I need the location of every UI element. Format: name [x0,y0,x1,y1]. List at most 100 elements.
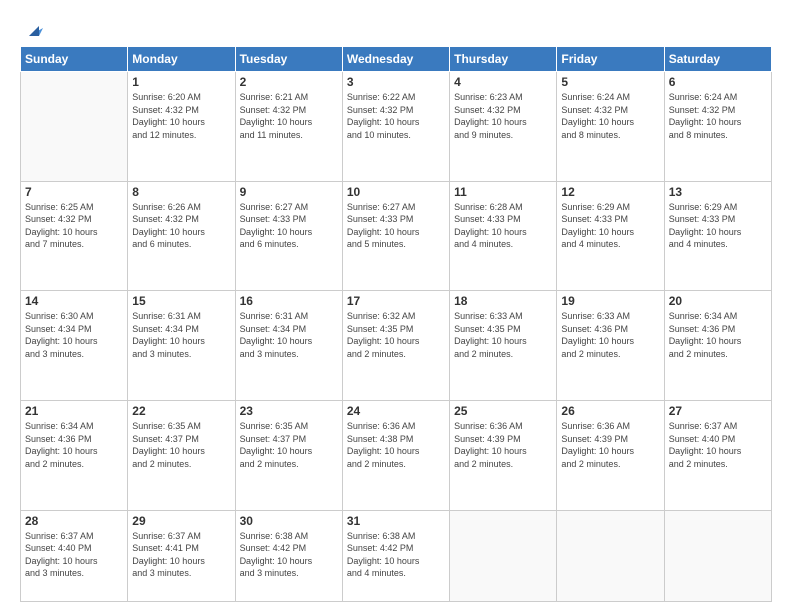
calendar-table: SundayMondayTuesdayWednesdayThursdayFrid… [20,46,772,602]
weekday-header: Sunday [21,47,128,72]
calendar-cell: 13 Sunrise: 6:29 AM Sunset: 4:33 PM Dayli… [664,181,771,291]
day-info: Sunrise: 6:24 AM Sunset: 4:32 PM Dayligh… [669,91,767,141]
day-number: 29 [132,514,230,528]
calendar-cell: 18Sunrise: 6:33 AM Sunset: 4:35 PM Dayli… [450,291,557,401]
day-number: 16 [240,294,338,308]
page: SundayMondayTuesdayWednesdayThursdayFrid… [0,0,792,612]
calendar-cell: 22Sunrise: 6:35 AM Sunset: 4:37 PM Dayli… [128,400,235,510]
day-number: 31 [347,514,445,528]
day-info: Sunrise: 6:28 AM Sunset: 4:33 PM Dayligh… [454,201,552,251]
day-info: Sunrise: 6:34 AM Sunset: 4:36 PM Dayligh… [669,310,767,360]
weekday-header: Thursday [450,47,557,72]
day-number: 2 [240,75,338,89]
calendar-cell: 15 Sunrise: 6:31 AM Sunset: 4:34 PM Dayli… [128,291,235,401]
calendar-cell: 6Sunrise: 6:24 AM Sunset: 4:32 PM Daylig… [664,72,771,182]
day-number: 4 [454,75,552,89]
day-number: 7 [25,185,123,199]
day-number: 24 [347,404,445,418]
calendar-cell: 19Sunrise: 6:33 AM Sunset: 4:36 PM Dayli… [557,291,664,401]
day-info: Sunrise: 6:38 AM Sunset: 4:42 PM Dayligh… [240,530,338,580]
day-number: 3 [347,75,445,89]
day-info: Sunrise: 6:31 AM Sunset: 4:34 PM Dayligh… [132,310,230,360]
day-number: 9 [240,185,338,199]
day-info: Sunrise: 6:36 AM Sunset: 4:39 PM Dayligh… [561,420,659,470]
day-info: Sunrise: 6:22 AM Sunset: 4:32 PM Dayligh… [347,91,445,141]
calendar-cell: 21 Sunrise: 6:34 AM Sunset: 4:36 PM Dayli… [21,400,128,510]
weekday-header: Wednesday [342,47,449,72]
day-info: Sunrise: 6:36 AM Sunset: 4:38 PM Dayligh… [347,420,445,470]
day-number: 5 [561,75,659,89]
day-number: 17 [347,294,445,308]
calendar-cell: 17 Sunrise: 6:32 AM Sunset: 4:35 PM Dayli… [342,291,449,401]
calendar-cell [557,510,664,601]
day-number: 13 [669,185,767,199]
day-number: 30 [240,514,338,528]
day-info: Sunrise: 6:32 AM Sunset: 4:35 PM Dayligh… [347,310,445,360]
weekday-header: Saturday [664,47,771,72]
day-info: Sunrise: 6:37 AM Sunset: 4:41 PM Dayligh… [132,530,230,580]
calendar-cell: 24 Sunrise: 6:36 AM Sunset: 4:38 PM Dayli… [342,400,449,510]
calendar-cell: 25 Sunrise: 6:36 AM Sunset: 4:39 PM Dayli… [450,400,557,510]
day-info: Sunrise: 6:33 AM Sunset: 4:36 PM Dayligh… [561,310,659,360]
weekday-header: Friday [557,47,664,72]
calendar-cell: 12 Sunrise: 6:29 AM Sunset: 4:33 PM Dayli… [557,181,664,291]
calendar-cell: 28Sunrise: 6:37 AM Sunset: 4:40 PM Dayli… [21,510,128,601]
day-info: Sunrise: 6:38 AM Sunset: 4:42 PM Dayligh… [347,530,445,580]
weekday-header: Monday [128,47,235,72]
day-info: Sunrise: 6:26 AM Sunset: 4:32 PM Dayligh… [132,201,230,251]
day-info: Sunrise: 6:36 AM Sunset: 4:39 PM Dayligh… [454,420,552,470]
day-number: 15 [132,294,230,308]
day-info: Sunrise: 6:21 AM Sunset: 4:32 PM Dayligh… [240,91,338,141]
calendar-cell: 8 Sunrise: 6:26 AM Sunset: 4:32 PM Daylig… [128,181,235,291]
day-number: 10 [347,185,445,199]
calendar-cell: 16 Sunrise: 6:31 AM Sunset: 4:34 PM Dayli… [235,291,342,401]
day-info: Sunrise: 6:35 AM Sunset: 4:37 PM Dayligh… [240,420,338,470]
day-number: 14 [25,294,123,308]
header [20,18,772,40]
day-number: 8 [132,185,230,199]
day-info: Sunrise: 6:30 AM Sunset: 4:34 PM Dayligh… [25,310,123,360]
day-number: 20 [669,294,767,308]
day-info: Sunrise: 6:23 AM Sunset: 4:32 PM Dayligh… [454,91,552,141]
calendar-week-row: 21 Sunrise: 6:34 AM Sunset: 4:36 PM Dayli… [21,400,772,510]
day-number: 1 [132,75,230,89]
calendar-cell: 10 Sunrise: 6:27 AM Sunset: 4:33 PM Dayli… [342,181,449,291]
day-number: 26 [561,404,659,418]
calendar-cell: 11 Sunrise: 6:28 AM Sunset: 4:33 PM Dayli… [450,181,557,291]
logo-icon [25,18,47,40]
calendar-cell: 26 Sunrise: 6:36 AM Sunset: 4:39 PM Dayli… [557,400,664,510]
calendar-cell: 31 Sunrise: 6:38 AM Sunset: 4:42 PM Dayli… [342,510,449,601]
day-info: Sunrise: 6:37 AM Sunset: 4:40 PM Dayligh… [669,420,767,470]
day-number: 11 [454,185,552,199]
calendar-week-row: 28Sunrise: 6:37 AM Sunset: 4:40 PM Dayli… [21,510,772,601]
day-info: Sunrise: 6:37 AM Sunset: 4:40 PM Dayligh… [25,530,123,580]
calendar-cell: 20 Sunrise: 6:34 AM Sunset: 4:36 PM Dayli… [664,291,771,401]
day-info: Sunrise: 6:29 AM Sunset: 4:33 PM Dayligh… [669,201,767,251]
day-info: Sunrise: 6:35 AM Sunset: 4:37 PM Dayligh… [132,420,230,470]
day-info: Sunrise: 6:34 AM Sunset: 4:36 PM Dayligh… [25,420,123,470]
day-info: Sunrise: 6:24 AM Sunset: 4:32 PM Dayligh… [561,91,659,141]
calendar-cell [664,510,771,601]
calendar-cell: 23 Sunrise: 6:35 AM Sunset: 4:37 PM Dayli… [235,400,342,510]
calendar-cell: 3 Sunrise: 6:22 AM Sunset: 4:32 PM Daylig… [342,72,449,182]
day-info: Sunrise: 6:29 AM Sunset: 4:33 PM Dayligh… [561,201,659,251]
day-info: Sunrise: 6:31 AM Sunset: 4:34 PM Dayligh… [240,310,338,360]
day-number: 21 [25,404,123,418]
day-number: 23 [240,404,338,418]
calendar-cell: 29 Sunrise: 6:37 AM Sunset: 4:41 PM Dayli… [128,510,235,601]
day-info: Sunrise: 6:20 AM Sunset: 4:32 PM Dayligh… [132,91,230,141]
calendar-cell: 9Sunrise: 6:27 AM Sunset: 4:33 PM Daylig… [235,181,342,291]
calendar-cell [21,72,128,182]
calendar-cell: 2 Sunrise: 6:21 AM Sunset: 4:32 PM Daylig… [235,72,342,182]
calendar-cell: 1 Sunrise: 6:20 AM Sunset: 4:32 PM Daylig… [128,72,235,182]
day-number: 25 [454,404,552,418]
day-number: 12 [561,185,659,199]
calendar-week-row: 1 Sunrise: 6:20 AM Sunset: 4:32 PM Daylig… [21,72,772,182]
calendar-cell: 30 Sunrise: 6:38 AM Sunset: 4:42 PM Dayli… [235,510,342,601]
day-number: 18 [454,294,552,308]
calendar-cell: 4 Sunrise: 6:23 AM Sunset: 4:32 PM Daylig… [450,72,557,182]
calendar-cell: 7 Sunrise: 6:25 AM Sunset: 4:32 PM Daylig… [21,181,128,291]
day-info: Sunrise: 6:27 AM Sunset: 4:33 PM Dayligh… [347,201,445,251]
calendar-week-row: 14 Sunrise: 6:30 AM Sunset: 4:34 PM Dayli… [21,291,772,401]
day-info: Sunrise: 6:25 AM Sunset: 4:32 PM Dayligh… [25,201,123,251]
